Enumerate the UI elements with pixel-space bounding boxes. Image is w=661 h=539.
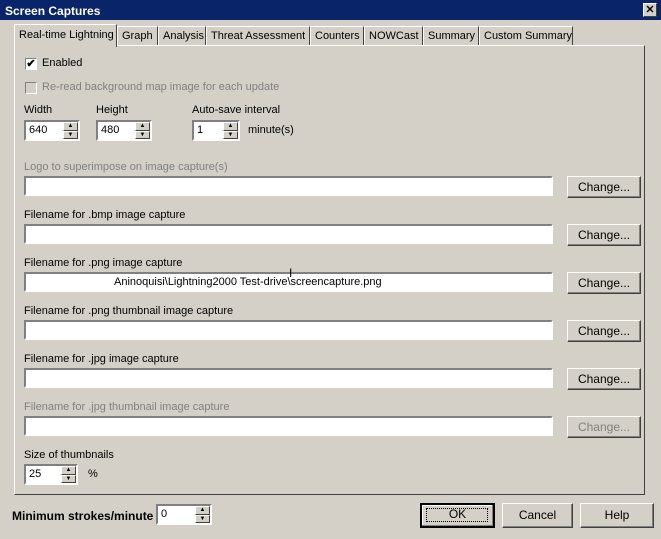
logo-change-button[interactable]: Change... (567, 176, 641, 198)
spin-up-icon[interactable]: ▲ (135, 122, 150, 131)
enabled-label: Enabled (42, 57, 83, 69)
tab-custom-summary[interactable]: Custom Summary (479, 26, 573, 45)
autosave-unit: minute(s) (248, 124, 294, 136)
tab-label: Threat Assessment (211, 30, 306, 42)
autosave-label: Auto-save interval (192, 104, 281, 116)
logo-field[interactable] (24, 176, 553, 196)
ok-button[interactable]: OK (420, 503, 495, 528)
height-spinner[interactable]: 480 ▲ ▼ (96, 120, 152, 141)
autosave-spinner[interactable]: 1 ▲ ▼ (192, 120, 240, 141)
tab-graph[interactable]: Graph (117, 26, 158, 45)
help-button[interactable]: Help (580, 503, 654, 528)
focus-rect (426, 508, 488, 522)
autosave-value: 1 (197, 124, 204, 136)
tab-label: Custom Summary (484, 30, 573, 42)
tab-label: NOWCast (369, 30, 419, 42)
png-thumb-change-button[interactable]: Change... (567, 320, 641, 342)
thumb-size-unit: % (88, 468, 98, 480)
thumb-size-spinner[interactable]: 25 ▲ ▼ (24, 464, 78, 485)
tab-label: Analysis (163, 30, 204, 42)
width-label: Width (24, 104, 53, 116)
jpg-change-button[interactable]: Change... (567, 368, 641, 390)
thumb-size-value: 25 (29, 468, 42, 480)
tab-label: Graph (122, 30, 153, 42)
spin-up-icon[interactable]: ▲ (61, 466, 76, 475)
spin-up-icon[interactable]: ▲ (195, 506, 210, 515)
bmp-label: Filename for .bmp image capture (24, 209, 186, 221)
tab-nowcast[interactable]: NOWCast (364, 26, 423, 45)
tab-threat-assessment[interactable]: Threat Assessment (206, 26, 310, 45)
width-spinner[interactable]: 640 ▲ ▼ (24, 120, 80, 141)
spin-up-icon[interactable]: ▲ (223, 122, 238, 131)
bmp-change-button[interactable]: Change... (567, 224, 641, 246)
reread-checkbox[interactable] (25, 82, 37, 94)
tab-analysis[interactable]: Analysis (158, 26, 206, 45)
bmp-field[interactable] (24, 224, 553, 244)
reread-label: Re-read background map image for each up… (42, 81, 280, 93)
width-value: 640 (29, 124, 48, 136)
tab-counters[interactable]: Counters (310, 26, 364, 45)
png-thumb-field[interactable] (24, 320, 553, 340)
png-change-button[interactable]: Change... (567, 272, 641, 294)
window-title-bar: Screen Captures (0, 0, 661, 20)
jpg-label: Filename for .jpg image capture (24, 353, 179, 365)
text-cursor-icon: I (289, 266, 293, 280)
close-icon: ✕ (645, 4, 655, 16)
check-mark-icon: ✔ (26, 58, 36, 70)
min-strokes-spinner[interactable]: 0 ▲ ▼ (156, 504, 212, 525)
spin-down-icon[interactable]: ▼ (135, 130, 150, 139)
tab-label: Summary (428, 30, 476, 42)
jpg-thumb-change-button[interactable]: Change... (567, 416, 641, 438)
spin-down-icon[interactable]: ▼ (223, 130, 238, 139)
spin-down-icon[interactable]: ▼ (195, 514, 210, 523)
png-label: Filename for .png image capture (24, 257, 183, 269)
tab-label: Real-time Lightning (19, 29, 114, 41)
min-strokes-value: 0 (161, 508, 168, 520)
enabled-checkbox[interactable]: ✔ (25, 58, 37, 70)
spin-down-icon[interactable]: ▼ (61, 474, 76, 483)
close-button[interactable]: ✕ (643, 3, 657, 17)
min-strokes-label: Minimum strokes/minute (12, 509, 154, 523)
height-value: 480 (101, 124, 120, 136)
tab-summary[interactable]: Summary (423, 26, 479, 45)
tab-label: Counters (315, 30, 360, 42)
cancel-button[interactable]: Cancel (502, 503, 573, 528)
tab-real-time-lightning[interactable]: Real-time Lightning (14, 24, 117, 47)
thumb-size-label: Size of thumbnails (24, 449, 114, 461)
height-label: Height (96, 104, 128, 116)
png-thumb-label: Filename for .png thumbnail image captur… (24, 305, 234, 317)
window-title: Screen Captures (5, 4, 101, 18)
logo-label: Logo to superimpose on image capture(s) (24, 161, 228, 173)
jpg-field[interactable] (24, 368, 553, 388)
spin-down-icon[interactable]: ▼ (63, 130, 78, 139)
jpg-thumb-label: Filename for .jpg thumbnail image captur… (24, 401, 230, 413)
jpg-thumb-field[interactable] (24, 416, 553, 436)
spin-up-icon[interactable]: ▲ (63, 122, 78, 131)
